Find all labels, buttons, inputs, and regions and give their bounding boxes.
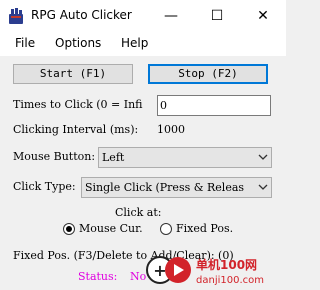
click-at-label: Click at:: [115, 206, 162, 219]
mouse-cursor-radio[interactable]: [63, 223, 75, 235]
click-type-label: Click Type:: [13, 180, 76, 193]
click-type-select[interactable]: Single Click (Press & Releas: [81, 177, 272, 198]
menu-file[interactable]: File: [15, 36, 35, 50]
svg-text:+: +: [153, 261, 166, 280]
title-bar[interactable]: RPG Auto Clicker — ☐ ✕: [0, 0, 286, 32]
window-title: RPG Auto Clicker: [31, 8, 132, 22]
click-type-value: Single Click (Press & Releas: [85, 181, 245, 194]
menu-bar: File Options Help: [0, 32, 286, 57]
clicking-interval-label: Clicking Interval (ms):: [13, 123, 139, 136]
chevron-down-icon: [258, 154, 268, 160]
maximize-button[interactable]: ☐: [194, 0, 240, 32]
minimize-button[interactable]: —: [148, 0, 194, 32]
clicking-interval-input[interactable]: 1000: [157, 120, 271, 141]
chevron-down-icon: [258, 184, 268, 190]
watermark-text-url: danji100.com: [196, 275, 264, 286]
menu-options[interactable]: Options: [55, 36, 101, 50]
times-to-click-input[interactable]: 0: [157, 95, 271, 116]
app-icon: [9, 8, 23, 24]
mouse-cursor-label[interactable]: Mouse Cur.: [79, 222, 143, 235]
menu-help[interactable]: Help: [121, 36, 148, 50]
fixed-position-label[interactable]: Fixed Pos.: [176, 222, 233, 235]
times-to-click-label: Times to Click (0 = Infi: [13, 98, 143, 111]
fixed-position-radio[interactable]: [160, 223, 172, 235]
watermark-text-cn: 单机100网: [196, 257, 257, 272]
close-button[interactable]: ✕: [240, 0, 286, 32]
stop-button[interactable]: Stop (F2): [148, 64, 268, 84]
mouse-button-value: Left: [102, 151, 125, 164]
status-label: Status:: [78, 270, 118, 283]
mouse-button-select[interactable]: Left: [98, 147, 272, 168]
start-button[interactable]: Start (F1): [13, 64, 133, 84]
watermark-logo: + 单机100网 danji100.com: [146, 256, 264, 286]
mouse-button-label: Mouse Button:: [13, 150, 96, 163]
